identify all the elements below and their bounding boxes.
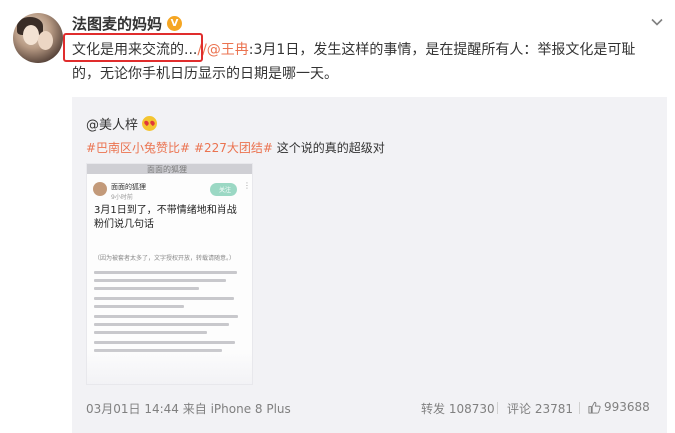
image-title: 3月1日到了，不带情绪地和肖战粉们说几句话 xyxy=(94,205,237,230)
repost-footer: 03月01日 14:44 来自 iPhone 8 Plus 转发 108730 … xyxy=(86,400,655,416)
repost-time-source[interactable]: 03月01日 14:44 来自 iPhone 8 Plus xyxy=(86,400,291,417)
chevron-down-icon[interactable] xyxy=(649,14,665,30)
hashtag-link[interactable]: #巴南区小兔赞比# xyxy=(86,141,190,155)
like-count: 993688 xyxy=(604,400,650,414)
highlight-annotation-box xyxy=(63,33,203,62)
verified-badge-icon: V xyxy=(167,15,183,31)
repost-count-button[interactable]: 转发 108730 xyxy=(421,400,495,417)
mention-link[interactable]: //@王冉 xyxy=(197,42,248,58)
image-top-label: 面面的狐狸 xyxy=(147,165,187,174)
image-top-bar: 面面的狐狸 xyxy=(87,164,252,174)
post-author-name[interactable]: 法图麦的妈妈 xyxy=(72,13,162,34)
hashtag-link[interactable]: #227大团结# xyxy=(194,141,273,155)
image-follow-button: 关注 xyxy=(210,183,237,196)
post-avatar[interactable] xyxy=(13,13,63,63)
thumbs-up-icon xyxy=(588,401,601,414)
repost-text: #巴南区小兔赞比# #227大团结# 这个说的真的超级对 xyxy=(86,139,385,156)
username-row: 法图麦的妈妈 V xyxy=(72,12,183,34)
like-button[interactable]: 993688 xyxy=(588,400,650,414)
image-user-name: 面面的狐狸 xyxy=(111,183,146,191)
post-image[interactable]: 面面的狐狸 面面的狐狸 9小时前 关注 ⋮ 3月1日到了，不带情绪地和肖战粉们说… xyxy=(86,163,253,385)
repost-author-row: @美人梓 xyxy=(86,114,158,133)
comment-count-button[interactable]: 评论 23781 xyxy=(507,400,573,417)
repost-card: @美人梓 #巴南区小兔赞比# #227大团结# 这个说的真的超级对 面面的狐狸 … xyxy=(72,97,667,433)
repost-author[interactable]: @美人梓 xyxy=(86,114,138,133)
image-note: （因为被套者太多了，文字授权开放，转载请随意。） xyxy=(94,255,236,262)
image-more-icon: ⋮ xyxy=(243,181,251,190)
repost-body: 这个说的真的超级对 xyxy=(276,141,385,155)
heart-eyes-emoji-icon xyxy=(142,116,158,131)
image-body-lines: （因为被套者太多了，文字授权开放，转载请随意。） xyxy=(94,254,244,359)
image-avatar xyxy=(93,182,107,196)
image-user-time: 9小时前 xyxy=(111,194,133,201)
